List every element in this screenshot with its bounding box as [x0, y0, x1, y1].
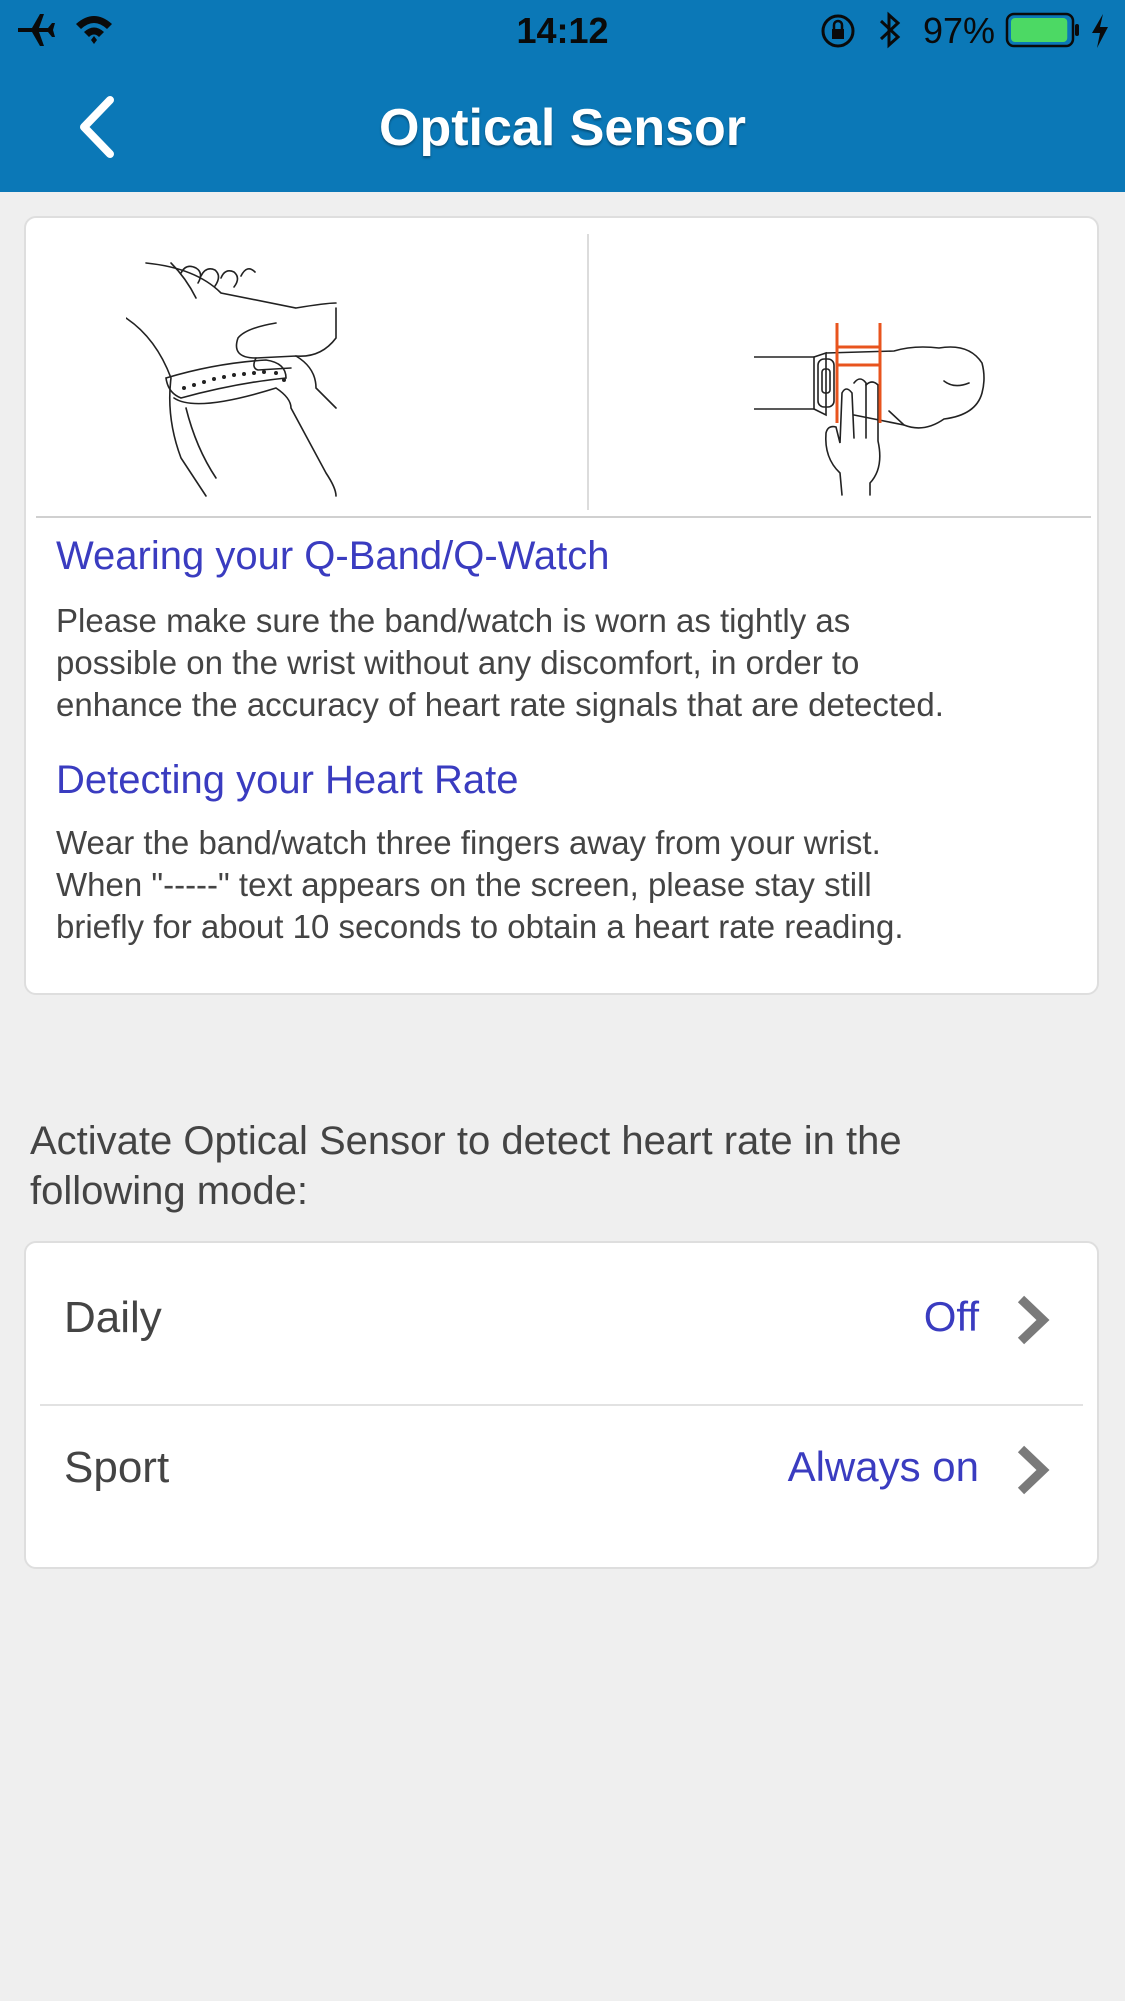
- navigation-bar: Optical Sensor: [0, 62, 1125, 192]
- mode-prompt-line: following mode:: [30, 1169, 308, 1213]
- wearing-description: Please make sure the band/watch is worn …: [56, 600, 1076, 726]
- detecting-line: Wear the band/watch three fingers away f…: [56, 824, 881, 861]
- illustration-panel: [36, 226, 1091, 518]
- mode-list-card: Daily Off Sport Always on: [24, 1241, 1099, 1569]
- orientation-lock-icon: [821, 14, 855, 48]
- mode-value: Always on: [787, 1443, 979, 1490]
- detecting-line: When "-----" text appears on the screen,…: [56, 866, 872, 903]
- mode-row-daily[interactable]: Daily Off: [26, 1243, 1097, 1393]
- detecting-line: briefly for about 10 seconds to obtain a…: [56, 908, 904, 945]
- mode-prompt: Activate Optical Sensor to detect heart …: [30, 1116, 1090, 1216]
- three-fingers-illustration: [754, 323, 985, 496]
- illustration-divider: [587, 234, 589, 510]
- charging-icon: [1092, 14, 1108, 48]
- mode-value: Off: [923, 1293, 979, 1340]
- mode-row-sport[interactable]: Sport Always on: [26, 1393, 1097, 1543]
- wearing-line: enhance the accuracy of heart rate signa…: [56, 686, 944, 723]
- page-title: Optical Sensor: [379, 99, 746, 157]
- chevron-right-icon: [1017, 1445, 1050, 1495]
- status-bar: 14:12 97%: [0, 0, 1125, 62]
- detecting-title: Detecting your Heart Rate: [56, 758, 519, 802]
- detecting-description: Wear the band/watch three fingers away f…: [56, 822, 1076, 948]
- chevron-right-icon: [1017, 1295, 1050, 1345]
- tighten-band-illustration: [126, 262, 337, 497]
- wearing-title: Wearing your Q-Band/Q-Watch: [56, 534, 610, 578]
- instruction-card: Wearing your Q-Band/Q-Watch Please make …: [24, 216, 1099, 995]
- mode-label: Sport: [64, 1443, 170, 1492]
- battery-icon: [1005, 12, 1079, 48]
- mode-prompt-line: Activate Optical Sensor to detect heart …: [30, 1119, 902, 1163]
- battery-percent: 97%: [922, 10, 995, 51]
- bluetooth-icon: [879, 11, 901, 49]
- top-bar: 14:12 97% Optical Sensor: [0, 0, 1125, 192]
- wearing-line: possible on the wrist without any discom…: [56, 644, 860, 681]
- mode-label: Daily: [64, 1293, 162, 1342]
- wearing-line: Please make sure the band/watch is worn …: [56, 602, 851, 639]
- illustration-bottom-divider: [36, 516, 1091, 518]
